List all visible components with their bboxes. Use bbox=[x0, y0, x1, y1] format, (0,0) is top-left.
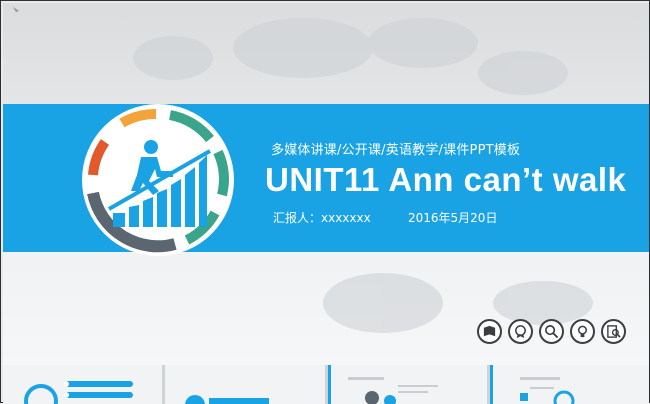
thumbnail-preview-1 bbox=[24, 381, 133, 404]
thumbnail-preview-3 bbox=[327, 365, 438, 404]
slide-thumbnail[interactable] bbox=[327, 365, 487, 404]
slide-thumbnail[interactable] bbox=[489, 365, 649, 404]
thumbnail-preview-4 bbox=[489, 365, 575, 404]
book-icon[interactable] bbox=[477, 319, 502, 344]
date-label: 2016年5月20日 bbox=[408, 211, 498, 225]
badge-icon[interactable] bbox=[508, 319, 533, 344]
slide-background: 多媒体讲课/公开课/英语教学/课件PPT模板 UNIT11 Ann can’t … bbox=[3, 3, 649, 365]
document-search-icon[interactable] bbox=[601, 319, 626, 344]
slide-thumbnail[interactable] bbox=[165, 365, 325, 404]
search-icon[interactable] bbox=[539, 319, 564, 344]
slide-thumbnail[interactable] bbox=[3, 365, 163, 404]
icon-toolbar bbox=[477, 319, 626, 344]
slide-subtitle: 多媒体讲课/公开课/英语教学/课件PPT模板 bbox=[271, 143, 521, 158]
thumbnail-preview-2 bbox=[185, 395, 270, 404]
slide-title: UNIT11 Ann can’t walk bbox=[265, 161, 627, 198]
lightbulb-icon[interactable] bbox=[570, 319, 595, 344]
reporter-label: 汇报人：xxxxxxx bbox=[273, 211, 371, 225]
slide-window: 多媒体讲课/公开课/英语教学/课件PPT模板 UNIT11 Ann can’t … bbox=[0, 0, 650, 404]
stairs-climber-icon bbox=[82, 104, 234, 256]
slide-thumbnail-strip bbox=[3, 365, 649, 404]
